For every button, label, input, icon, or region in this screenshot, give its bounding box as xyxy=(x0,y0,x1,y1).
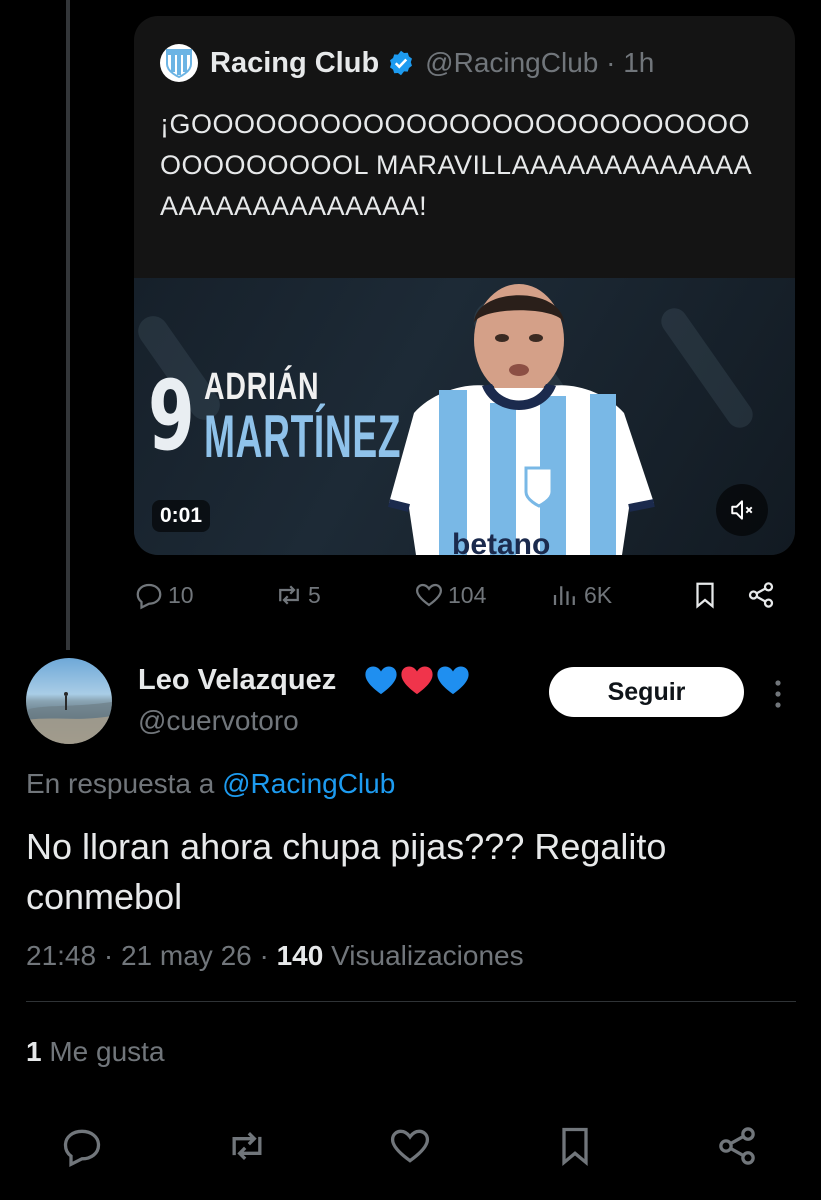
thread-line xyxy=(66,0,70,650)
bookmark-icon xyxy=(696,582,714,609)
bookmark-icon[interactable] xyxy=(553,1124,597,1168)
beach-photo xyxy=(26,692,112,744)
bookmark-button[interactable] xyxy=(690,580,720,610)
reply-count: 10 xyxy=(168,581,194,608)
like-button[interactable]: 104 xyxy=(414,580,486,610)
retweet-icon xyxy=(279,585,299,605)
reply-meta: 21:48 · 21 may 26 · 140 Visualizaciones xyxy=(26,940,524,972)
views-count: 6K xyxy=(584,581,613,608)
blue-heart-icon xyxy=(365,666,397,695)
likes-summary[interactable]: 1 Me gusta xyxy=(26,1036,165,1068)
reply-button[interactable]: 10 xyxy=(134,580,194,610)
separator-dot: · xyxy=(259,940,269,971)
player-image: betano xyxy=(388,284,655,555)
user-avatar[interactable] xyxy=(26,658,112,744)
video-player[interactable]: 9 ADRIÁN MARTÍNEZ betano 0:01 xyxy=(134,278,795,555)
quoted-tweet-text: ¡GOOOOOOOOOOOOOOOOOOOOOOOOOOOOOOOOOOOL M… xyxy=(160,109,753,221)
retweet-count: 5 xyxy=(308,581,321,608)
video-timestamp: 0:01 xyxy=(152,500,211,532)
heart-icon[interactable] xyxy=(388,1124,432,1168)
reply-author-handle[interactable]: @cuervotoro xyxy=(138,705,299,737)
red-heart-icon xyxy=(401,666,433,695)
reply-icon xyxy=(136,583,162,610)
views-bars-icon xyxy=(553,586,575,605)
name-emoji-hearts xyxy=(364,664,470,696)
quoted-author-name[interactable]: Racing Club xyxy=(210,47,379,80)
quoted-tweet-card[interactable]: Racing Club @RacingClub · 1h ¡GOOOOOOOOO… xyxy=(134,16,795,555)
divider xyxy=(26,1001,796,1002)
views-button[interactable]: 6K xyxy=(550,580,612,610)
reply-views-label: Visualizaciones xyxy=(331,940,524,971)
blue-heart-icon xyxy=(437,666,469,695)
mute-button[interactable] xyxy=(716,484,768,536)
reply-text: No lloran ahora chupa pijas??? Regalito … xyxy=(26,826,667,917)
racing-club-avatar[interactable] xyxy=(160,44,198,82)
speaker-muted-icon xyxy=(731,500,753,520)
retweet-button[interactable]: 5 xyxy=(274,580,321,610)
like-count: 104 xyxy=(448,581,487,608)
retweet-icon[interactable] xyxy=(225,1124,269,1168)
reply-icon[interactable] xyxy=(60,1124,104,1168)
share-icon[interactable] xyxy=(715,1124,759,1168)
reply-to-prefix: En respuesta a xyxy=(26,768,215,799)
reply-time[interactable]: 21:48 xyxy=(26,940,96,971)
separator-dot: · xyxy=(103,940,114,971)
share-icon xyxy=(748,582,774,608)
tweet-action-bar: 10 5 104 6K xyxy=(134,578,795,614)
more-options-icon[interactable] xyxy=(770,676,786,712)
verified-badge-icon xyxy=(390,50,413,76)
follow-button[interactable]: Seguir xyxy=(549,667,744,717)
reply-action-bar xyxy=(0,1124,821,1174)
jersey-number: 9 xyxy=(148,360,195,472)
sponsor-text: betano xyxy=(452,528,550,555)
likes-label: Me gusta xyxy=(49,1036,165,1067)
reply-views-count: 140 xyxy=(276,940,324,971)
reply-to-mention[interactable]: @RacingClub xyxy=(222,768,395,799)
racing-crest-icon xyxy=(166,49,192,78)
likes-count: 1 xyxy=(26,1036,42,1067)
reply-author-name[interactable]: Leo Velazquez xyxy=(138,664,336,697)
reply-date[interactable]: 21 may 26 xyxy=(121,940,252,971)
share-button[interactable] xyxy=(746,580,776,610)
reply-context: En respuesta a @RacingClub xyxy=(26,768,395,800)
quoted-author-handle[interactable]: @RacingClub · 1h xyxy=(425,47,654,79)
heart-icon xyxy=(415,583,443,607)
quoted-tweet-header: Racing Club @RacingClub · 1h xyxy=(160,44,654,82)
